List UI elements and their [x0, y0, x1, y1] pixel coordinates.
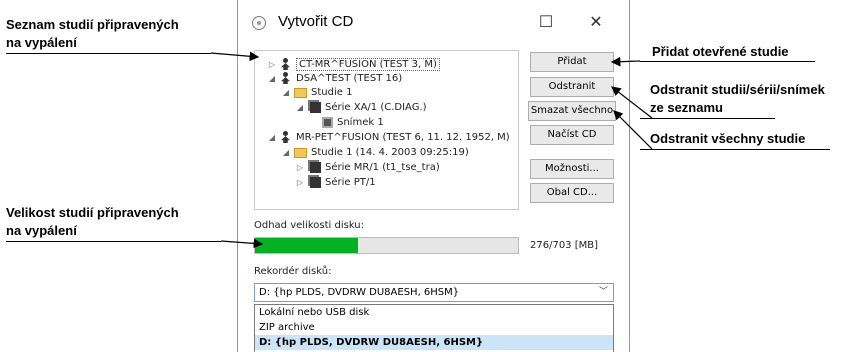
arrow-to-tree: [210, 51, 260, 62]
arrow-to-add: [610, 56, 641, 67]
arrow-to-remove-all: [613, 110, 653, 150]
annotation-arrows: [210, 51, 653, 249]
arrow-to-progress: [220, 238, 264, 249]
arrow-to-remove: [611, 86, 653, 119]
